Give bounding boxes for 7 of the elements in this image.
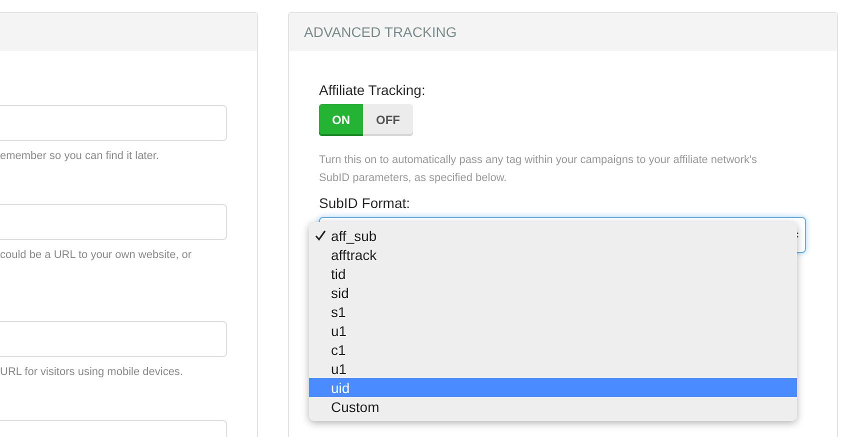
- panel-title: ADVANCED TRACKING: [304, 24, 457, 40]
- help-text: emember so you can find it later.: [0, 150, 160, 162]
- help-text: could be a URL to your own website, or: [0, 249, 193, 261]
- help-text: Turn this on to automatically pass any tag within your campaigns to your affiliate network's SubID parameters, as specified below.: [319, 153, 758, 186]
- help-text: URL for visitors using mobile devices.: [0, 366, 184, 378]
- field-label: SubID Format:: [319, 195, 412, 211]
- field-label: Affiliate Tracking:: [319, 82, 426, 98]
